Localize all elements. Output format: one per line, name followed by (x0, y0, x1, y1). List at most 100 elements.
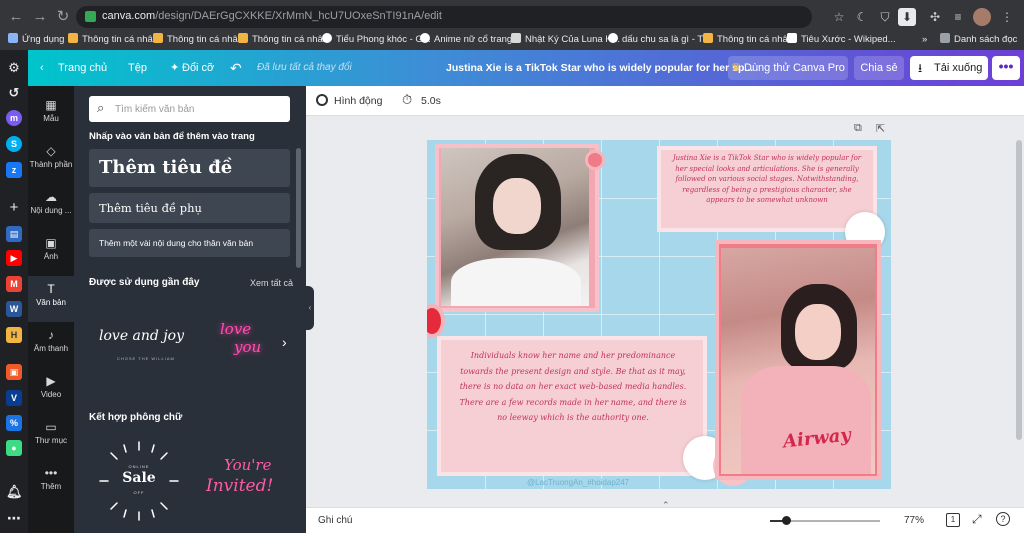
bookmark-item[interactable]: dấu chu sa là gì - Ti... (608, 33, 713, 47)
fullscreen-icon[interactable]: ⤢ (972, 512, 982, 527)
file-menu[interactable]: Tệp (128, 50, 147, 86)
design-title[interactable]: Justina Xie is a TikTok Star who is wide… (446, 50, 753, 86)
bookmark-item[interactable]: Thông tin cá nhân (238, 33, 328, 47)
share-page-icon[interactable]: ⇱ (876, 122, 885, 135)
skype-icon[interactable]: S (6, 136, 22, 152)
undo-icon[interactable]: ↶ (230, 50, 242, 86)
download-extension-icon[interactable]: ⬇ (898, 8, 916, 26)
try-pro-button[interactable]: ♛ Dùng thử Canva Pro (728, 56, 848, 80)
more-options-icon[interactable]: ⋯ (6, 510, 22, 526)
bottom-text-card[interactable]: Individuals know her name and her predom… (437, 336, 707, 476)
text-search-input[interactable] (115, 100, 285, 118)
bookmark-item[interactable]: Ứng dụng (8, 33, 64, 47)
share-button[interactable]: Chia sẻ (854, 56, 904, 80)
bottom-portrait-photo[interactable]: Airway (721, 248, 875, 474)
more-bookmarks-button[interactable]: » (922, 33, 927, 47)
notification-bell-icon[interactable]: 🔔︎ (6, 484, 23, 500)
bookmark-item[interactable]: Tiểu Phong khóc - G... (322, 33, 431, 47)
sidebar-app-icon[interactable]: ▣ (6, 364, 22, 380)
bookmark-favicon-icon (68, 33, 78, 43)
back-arrow-icon[interactable]: ← (6, 7, 26, 27)
download-button[interactable]: ⭳ Tải xuống (910, 56, 988, 80)
reading-list-button[interactable]: Danh sách đọc (940, 33, 1017, 47)
bookmark-item[interactable]: Anime nữ cổ trang... (420, 33, 520, 47)
resize-menu[interactable]: Đổi cỡ (182, 50, 214, 86)
bookmark-item[interactable]: Thông tin cá nhân (153, 33, 243, 47)
panel-scrollbar[interactable] (296, 148, 301, 268)
google-favicon-icon (608, 33, 618, 43)
bookmark-item[interactable]: Nhật Ký Của Luna H... (511, 33, 620, 47)
browser-menu-icon[interactable]: ⋮ (998, 8, 1016, 26)
add-panel-icon[interactable]: + (6, 200, 22, 216)
bookmark-item[interactable]: Thông tin cá nhân (703, 33, 793, 47)
page-count-button[interactable]: 1 (946, 513, 960, 527)
add-subheading-button[interactable]: Thêm tiêu đề phụ (89, 193, 290, 223)
recent-font-combo-love-you[interactable]: love you (204, 304, 284, 384)
home-back-chevron-icon[interactable]: ‹ (40, 50, 44, 86)
rail-folders[interactable]: ▭ Thư mục (28, 414, 74, 460)
sidebar-app-icon[interactable]: ▤ (6, 226, 22, 242)
youtube-icon[interactable]: ▶ (6, 250, 22, 266)
bookmark-item[interactable]: Thông tin cá nhân (68, 33, 158, 47)
add-heading-button[interactable]: Thêm tiêu đề (89, 149, 290, 187)
gmail-icon[interactable]: M (6, 276, 22, 292)
collapse-panel-chevron-icon[interactable]: ‹ (306, 286, 314, 330)
address-bar[interactable]: canva.com/design/DAErGgCXKKE/XrMmN_hcU7U… (76, 6, 812, 28)
combo-1-top-text: ONLINE (128, 464, 150, 469)
wikipedia-favicon-icon (787, 33, 797, 43)
bottom-text-body[interactable]: Individuals know her name and her predom… (455, 348, 691, 426)
animate-button[interactable]: Hình động (334, 95, 382, 107)
notes-button[interactable]: Ghi chú (318, 515, 352, 526)
recent-next-chevron-icon[interactable]: › (282, 334, 287, 350)
shield-extension-icon[interactable]: ⛉ (876, 8, 894, 26)
top-text-body[interactable]: Justina Xie is a TikTok Star who is wide… (667, 153, 867, 206)
search-icon: ⌕ (97, 100, 105, 115)
duration-button[interactable]: 5.0s (421, 95, 441, 107)
profile-avatar[interactable] (973, 8, 991, 26)
text-search-box[interactable]: ⌕ (89, 96, 290, 122)
reload-icon[interactable]: ↻ (53, 7, 73, 27)
zoom-slider-handle[interactable] (782, 516, 791, 525)
rail-text[interactable]: T Văn bản (28, 276, 74, 322)
top-text-card[interactable]: Justina Xie is a TikTok Star who is wide… (657, 146, 877, 232)
rail-elements[interactable]: ◇ Thành phần (28, 138, 74, 184)
more-actions-button[interactable]: ••• (992, 56, 1020, 80)
rail-uploads[interactable]: ☁ Nội dung ... (28, 184, 74, 230)
top-portrait-photo[interactable] (441, 148, 589, 306)
duplicate-page-icon[interactable]: ⧉ (854, 122, 862, 135)
reading-list-icon[interactable]: ≡ (949, 8, 967, 26)
more-dots-icon: ••• (44, 466, 58, 480)
forward-arrow-icon[interactable]: → (30, 7, 50, 27)
settings-gear-icon[interactable]: ⚙ (6, 60, 22, 76)
design-page[interactable]: Justina Xie is a TikTok Star who is wide… (427, 140, 891, 489)
address-url: canva.com/design/DAErGgCXKKE/XrMmN_hcU7U… (102, 10, 442, 22)
bookmark-star-icon[interactable]: ☆ (830, 8, 848, 26)
history-icon[interactable]: ↺ (6, 85, 22, 101)
home-link[interactable]: Trang chủ (58, 50, 107, 86)
bookmark-item[interactable]: Tiêu Xước - Wikiped... (787, 33, 896, 47)
zalo-icon[interactable]: z (6, 162, 22, 178)
font-combo-sale[interactable]: ONLINE Sale OFF (94, 436, 184, 526)
rail-video[interactable]: ▶ Video (28, 368, 74, 414)
zoom-level[interactable]: 77% (904, 515, 924, 526)
add-body-text-button[interactable]: Thêm một vài nội dung cho thân văn bản (89, 229, 290, 257)
sidebar-app-icon[interactable]: H (6, 327, 22, 343)
dark-mode-moon-icon[interactable]: ☾ (853, 8, 871, 26)
face-shape (493, 178, 541, 234)
word-icon[interactable]: W (6, 301, 22, 317)
see-all-link[interactable]: Xem tất cả (250, 278, 293, 288)
sidebar-app-icon[interactable]: ● (6, 440, 22, 456)
sidebar-app-icon[interactable]: % (6, 415, 22, 431)
font-combo-youre-invited[interactable]: You're Invited! (200, 456, 290, 516)
rail-audio[interactable]: ♪ Âm thanh (28, 322, 74, 368)
vtv-icon[interactable]: V (6, 390, 22, 406)
messenger-icon[interactable]: m (6, 110, 22, 126)
recent-font-combo-love-and-joy[interactable]: love and joy CHOSE THE WILLIAM (89, 304, 189, 384)
extensions-puzzle-icon[interactable]: ✣ (926, 8, 944, 26)
editor-scrollbar[interactable] (1016, 140, 1022, 440)
rail-more[interactable]: ••• Thêm (28, 460, 74, 506)
recent-2-line2: you (234, 338, 262, 356)
rail-templates[interactable]: ▦ Mẫu (28, 92, 74, 138)
help-question-icon[interactable]: ? (996, 512, 1010, 526)
rail-photos[interactable]: ▣ Ảnh (28, 230, 74, 276)
